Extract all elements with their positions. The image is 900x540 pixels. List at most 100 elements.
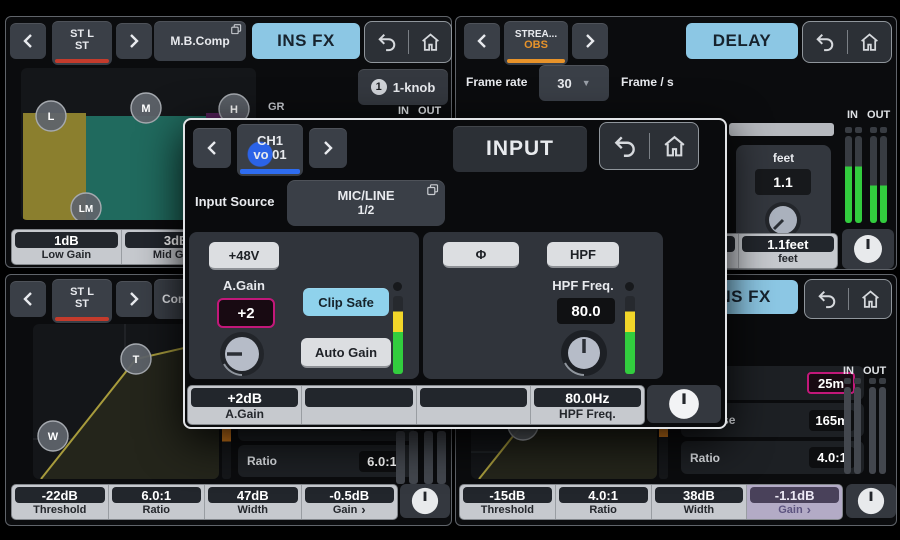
home-icon[interactable] [859, 32, 880, 52]
fx-name-button[interactable]: M.B.Comp [154, 21, 246, 61]
param-row-ratio[interactable]: Ratio 4.0:1 [681, 441, 864, 474]
copy-icon [427, 184, 439, 196]
page-title-ins-fx[interactable]: INS FX [252, 23, 360, 59]
clip-safe-label: Clip Safe [318, 295, 374, 310]
param-cell-low-gain[interactable]: 1dB Low Gain [12, 230, 121, 264]
out-meter-clip-l [870, 127, 877, 133]
touch-knob-button[interactable] [842, 229, 894, 269]
home-icon[interactable] [662, 134, 687, 158]
band-knob-low-mid[interactable]: LM [71, 193, 101, 220]
chevron-right-icon [128, 33, 140, 49]
channel-color-bar [507, 59, 565, 63]
out-meter-r [879, 387, 886, 474]
delay-unit-label: feet [736, 151, 831, 165]
param-value: -0.5dB [305, 487, 395, 503]
band-knob-low[interactable]: L [36, 101, 66, 131]
channel-name-line2: ST [75, 41, 89, 53]
next-channel-button[interactable] [572, 23, 608, 59]
touch-knob-button[interactable] [400, 484, 450, 518]
prev-channel-button[interactable] [464, 23, 500, 59]
hpf-button[interactable]: HPF [547, 242, 619, 268]
channel-select-button[interactable]: CH1 vo 01 [237, 124, 303, 176]
param-cell-delay-feet[interactable]: 1.1feet feet [738, 234, 837, 268]
home-icon[interactable] [420, 32, 441, 52]
undo-icon[interactable] [612, 134, 638, 158]
param-cell-threshold[interactable]: -15dB Threshold [460, 485, 555, 519]
phase-label: Φ [476, 247, 487, 262]
channel-select-button[interactable]: STREA... OBS [504, 21, 568, 65]
width-knob[interactable]: W [38, 421, 68, 451]
in-meter-l [396, 431, 405, 484]
undo-icon[interactable] [816, 289, 838, 309]
param-cell-ratio[interactable]: 6.0:1 Ratio [108, 485, 205, 519]
phantom-48v-button[interactable]: +48V [209, 242, 279, 270]
svg-text:H: H [230, 104, 238, 116]
frame-rate-dropdown[interactable]: 30 ▼ [539, 65, 609, 101]
next-channel-button[interactable] [116, 23, 152, 59]
param-cell-gain-selected[interactable]: -1.1dB Gain› [746, 485, 842, 519]
one-knob-button[interactable]: 1 1-knob [358, 69, 448, 105]
threshold-knob[interactable]: T [121, 344, 151, 374]
auto-gain-label: Auto Gain [315, 345, 377, 360]
prev-channel-button[interactable] [193, 128, 231, 168]
prev-channel-button[interactable] [10, 281, 46, 317]
phantom-48v-label: +48V [229, 248, 260, 263]
delay-scale-bar[interactable] [729, 123, 834, 136]
next-channel-button[interactable] [309, 128, 347, 168]
param-value: 1dB [15, 232, 118, 248]
prev-channel-button[interactable] [10, 23, 46, 59]
divider [847, 30, 848, 53]
param-cell-again[interactable]: +2dB A.Gain [188, 386, 301, 424]
one-knob-label: 1-knob [393, 80, 436, 95]
param-cell-hpf-freq[interactable]: 80.0Hz HPF Freq. [530, 386, 644, 424]
input-dialog: CH1 vo 01 INPUT Input Source MIC/LINE 1/… [183, 118, 727, 429]
touch-knob-button[interactable] [846, 484, 896, 518]
hpf-section: Φ HPF HPF Freq. 80.0 [423, 232, 663, 379]
auto-gain-button[interactable]: Auto Gain [301, 338, 391, 368]
page-title-delay[interactable]: DELAY [686, 23, 798, 59]
param-row-ratio[interactable]: Ratio 6.0:1 [238, 445, 414, 477]
param-value: -1.1dB [750, 487, 839, 503]
again-knob[interactable] [218, 330, 266, 378]
out-meter-clip-r [880, 127, 887, 133]
undo-icon[interactable] [376, 32, 398, 52]
param-cell-gain[interactable]: -0.5dB Gain› [301, 485, 398, 519]
hpf-freq-knob[interactable] [559, 328, 609, 378]
next-channel-button[interactable] [116, 281, 152, 317]
knob-icon [856, 486, 886, 516]
param-strip: -15dB Threshold 4.0:1 Ratio 38dB Width -… [459, 484, 843, 520]
channel-name-line2: ST [75, 299, 89, 311]
param-cell[interactable] [301, 386, 415, 424]
in-meter-r [855, 136, 862, 223]
touch-knob-button[interactable] [647, 385, 721, 423]
param-cell-width[interactable]: 38dB Width [651, 485, 747, 519]
param-value [420, 388, 527, 407]
channel-select-button[interactable]: ST L ST [52, 21, 112, 65]
home-icon[interactable] [860, 289, 881, 309]
param-strip: -22dB Threshold 6.0:1 Ratio 47dB Width -… [11, 484, 398, 520]
again-value-box[interactable]: +2 [217, 298, 275, 328]
clip-safe-button[interactable]: Clip Safe [303, 288, 389, 316]
in-meter-r [409, 431, 418, 484]
delay-value-box[interactable]: 1.1 [755, 169, 811, 195]
hpf-freq-value-box[interactable]: 80.0 [557, 298, 615, 324]
input-source-button[interactable]: MIC/LINE 1/2 [287, 180, 445, 226]
frame-rate-unit: Frame / s [621, 75, 674, 89]
channel-select-button[interactable]: ST L ST [52, 279, 112, 323]
param-cell-width[interactable]: 47dB Width [204, 485, 301, 519]
hpf-freq-label: HPF Freq. [545, 278, 621, 293]
undo-icon[interactable] [814, 32, 836, 52]
param-label [305, 407, 412, 420]
chevron-left-icon [206, 140, 218, 156]
param-cell-threshold[interactable]: -22dB Threshold [12, 485, 108, 519]
out-meter-l [424, 431, 433, 484]
in-meter-clip-r [854, 378, 861, 384]
param-cell[interactable] [416, 386, 530, 424]
param-cell-ratio[interactable]: 4.0:1 Ratio [555, 485, 651, 519]
band-knob-mid[interactable]: M [131, 93, 161, 123]
out-meter-l [870, 136, 877, 223]
level-meter [625, 296, 635, 374]
divider [649, 133, 650, 160]
phase-button[interactable]: Φ [443, 242, 519, 268]
chevron-right-icon [584, 33, 596, 49]
